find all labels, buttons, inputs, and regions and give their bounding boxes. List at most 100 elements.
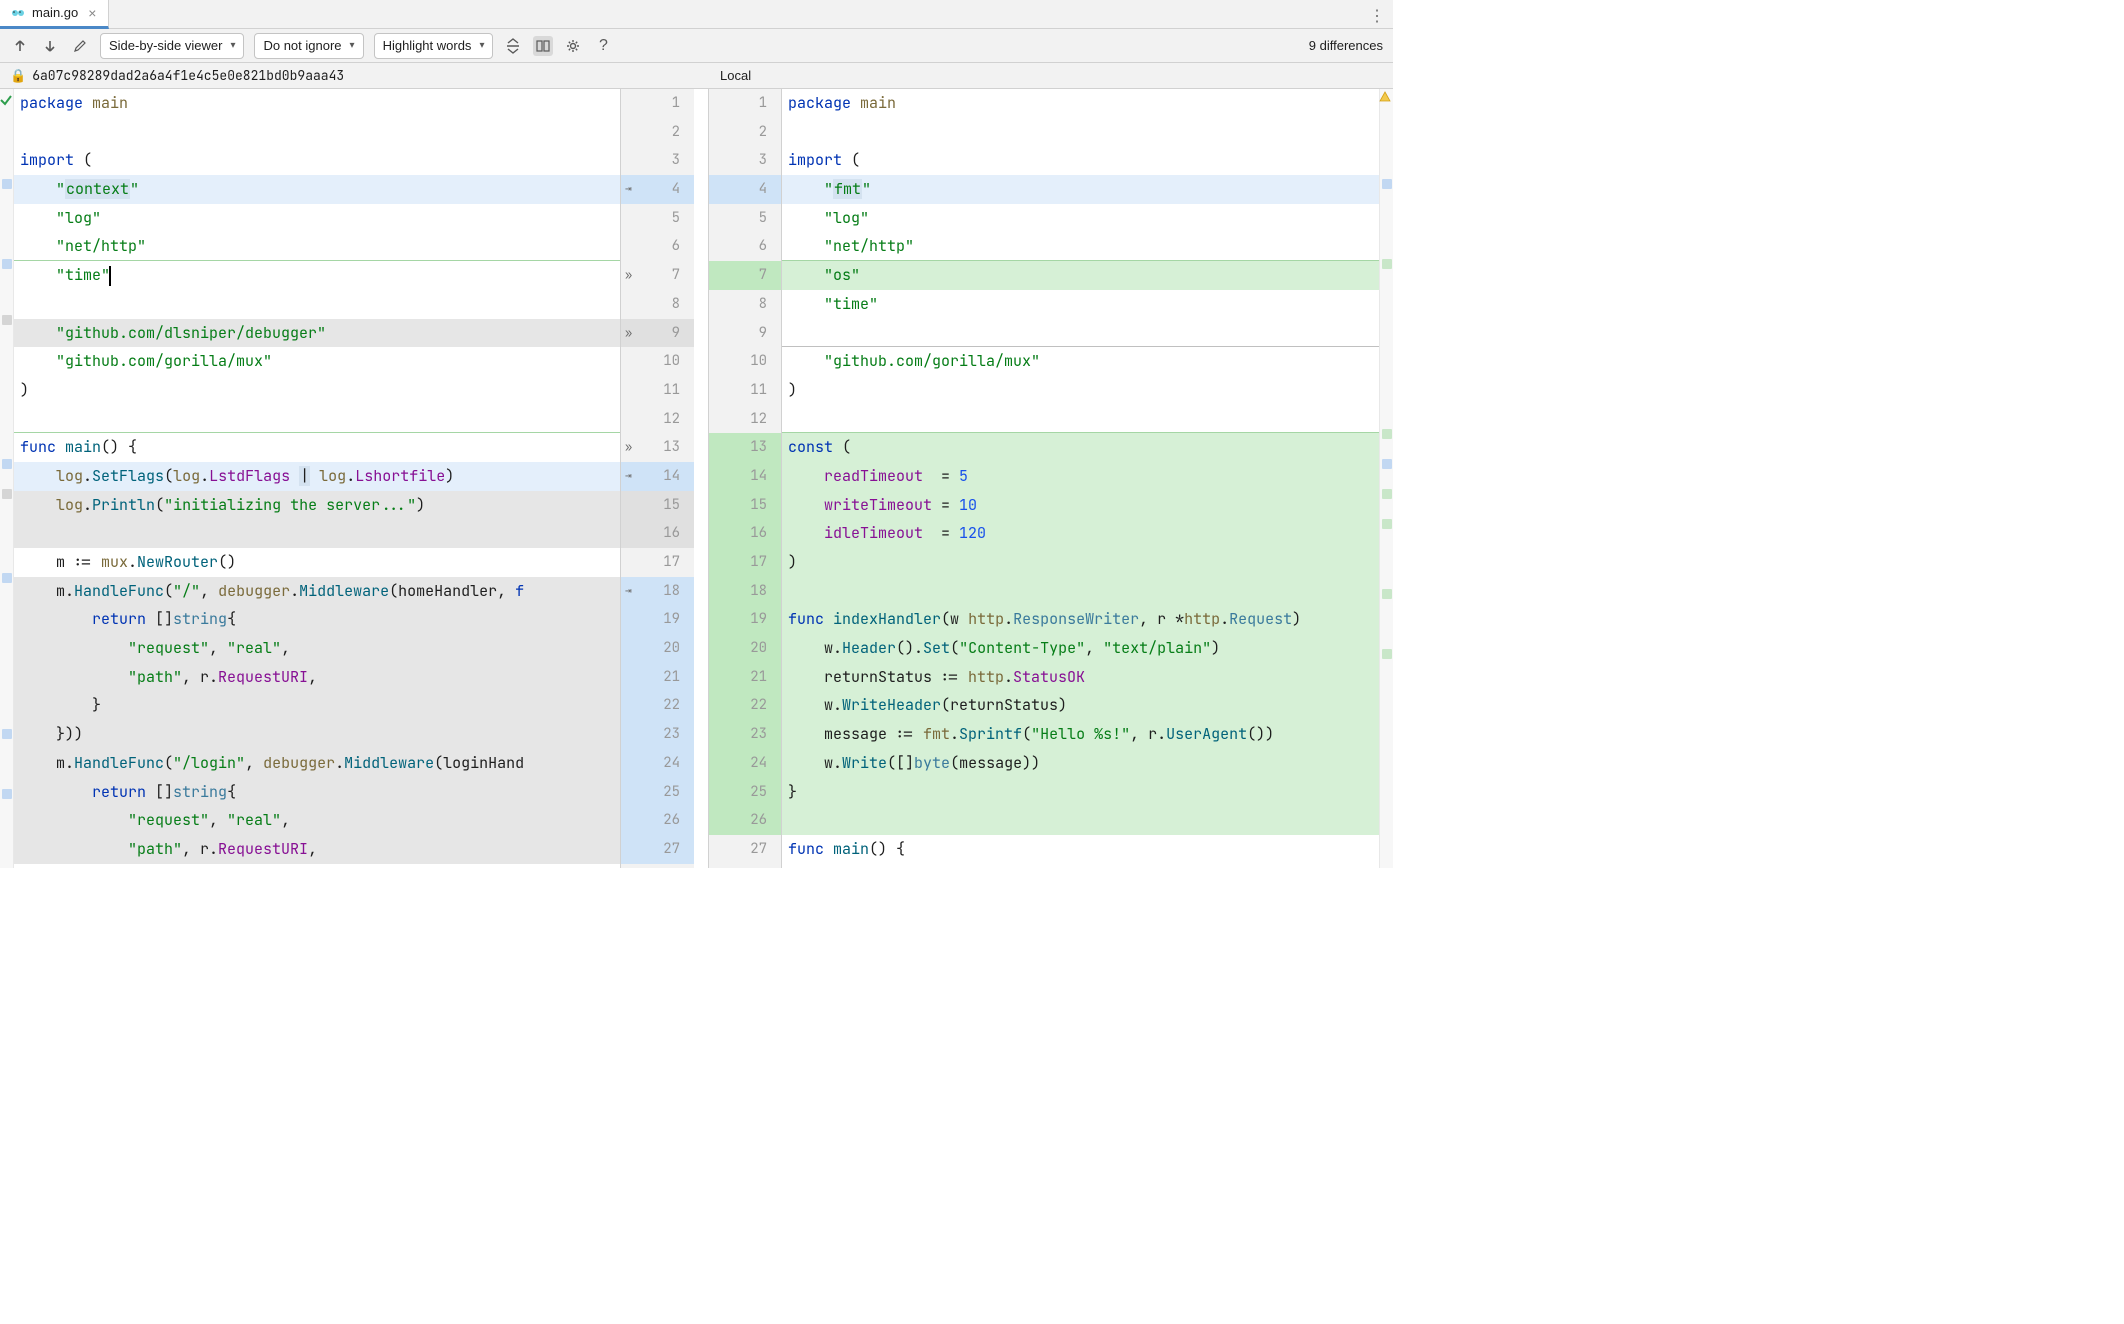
gutter-line[interactable]: 22 — [709, 691, 781, 720]
gutter-line[interactable]: 27 — [709, 835, 781, 864]
code-line[interactable]: "log" — [14, 204, 620, 233]
gutter-line[interactable]: 26 — [709, 806, 781, 835]
insert-arrow-icon[interactable]: ⇥ — [625, 462, 632, 491]
code-line[interactable]: "request", "real", — [14, 806, 620, 835]
code-line[interactable]: func main() { — [782, 835, 1379, 864]
code-line[interactable]: import ( — [14, 146, 620, 175]
code-line[interactable]: log.SetFlags(log.LstdFlags | log.Lshortf… — [14, 462, 620, 491]
right-gutter[interactable]: 1234567891011121314151617181920212223242… — [708, 89, 782, 868]
code-line[interactable]: "path", r.RequestURI, — [14, 835, 620, 864]
chevron-double-right-icon[interactable]: » — [625, 433, 632, 462]
gutter-line[interactable]: 10 — [709, 347, 781, 376]
code-line[interactable]: func main() { — [14, 433, 620, 462]
ignore-mode-dropdown[interactable]: Do not ignore ▾ — [254, 33, 363, 59]
gutter-line[interactable]: 17 — [621, 548, 694, 577]
sync-scroll-icon[interactable] — [533, 36, 553, 56]
highlight-mode-dropdown[interactable]: Highlight words ▾ — [374, 33, 494, 59]
code-line[interactable]: m := mux.NewRouter() — [14, 548, 620, 577]
gutter-line[interactable]: 17 — [709, 548, 781, 577]
gutter-line[interactable]: 13 — [709, 433, 781, 462]
kebab-menu-icon[interactable]: ⋮ — [1369, 6, 1385, 26]
code-line[interactable]: ) — [782, 376, 1379, 405]
gutter-line[interactable]: 15 — [621, 491, 694, 520]
gutter-line[interactable]: 6 — [621, 232, 694, 261]
code-line[interactable]: returnStatus := http.StatusOK — [782, 663, 1379, 692]
code-line[interactable] — [14, 519, 620, 548]
gutter-line[interactable]: 20 — [709, 634, 781, 663]
gutter-line[interactable]: 22 — [621, 691, 694, 720]
code-line[interactable]: import ( — [782, 146, 1379, 175]
code-line[interactable] — [14, 118, 620, 147]
code-line[interactable]: "github.com/dlsniper/debugger" — [14, 319, 620, 348]
gutter-line[interactable]: 11 — [621, 376, 694, 405]
gutter-line[interactable]: 20 — [621, 634, 694, 663]
file-tab[interactable]: main.go × — [0, 0, 109, 29]
code-line[interactable]: package main — [14, 89, 620, 118]
code-line[interactable]: ) — [782, 548, 1379, 577]
left-error-stripe[interactable] — [0, 89, 14, 868]
gutter-line[interactable]: 24 — [621, 749, 694, 778]
code-line[interactable]: "context" — [14, 175, 620, 204]
code-line[interactable]: ) — [14, 376, 620, 405]
chevron-double-right-icon[interactable]: » — [625, 261, 632, 290]
gutter-line[interactable]: 25 — [709, 778, 781, 807]
edit-icon[interactable] — [70, 36, 90, 56]
gutter-line[interactable]: 5 — [709, 204, 781, 233]
code-line[interactable]: m.HandleFunc("/login", debugger.Middlewa… — [14, 749, 620, 778]
gutter-line[interactable]: 21 — [709, 663, 781, 692]
code-line[interactable]: w.Header().Set("Content-Type", "text/pla… — [782, 634, 1379, 663]
code-line[interactable] — [782, 806, 1379, 835]
gutter-line[interactable]: 26 — [621, 806, 694, 835]
next-diff-button[interactable] — [40, 36, 60, 56]
code-line[interactable]: } — [14, 691, 620, 720]
code-line[interactable] — [14, 290, 620, 319]
code-line[interactable]: m.HandleFunc("/", debugger.Middleware(ho… — [14, 577, 620, 606]
gutter-line[interactable]: 21 — [621, 663, 694, 692]
gutter-line[interactable]: 3 — [709, 146, 781, 175]
gutter-line[interactable]: 15 — [709, 491, 781, 520]
gutter-line[interactable]: 7» — [621, 261, 694, 290]
left-code-pane[interactable]: package main import ( "context" "log" "n… — [14, 89, 620, 868]
code-line[interactable]: "time" — [14, 261, 620, 290]
code-line[interactable] — [14, 405, 620, 434]
code-line[interactable] — [782, 577, 1379, 606]
code-line[interactable]: writeTimeout = 10 — [782, 491, 1379, 520]
code-line[interactable]: "request", "real", — [14, 634, 620, 663]
code-line[interactable]: })) — [14, 720, 620, 749]
gutter-line[interactable]: 14 — [709, 462, 781, 491]
code-line[interactable]: "net/http" — [782, 232, 1379, 261]
prev-diff-button[interactable] — [10, 36, 30, 56]
gutter-line[interactable]: 5 — [621, 204, 694, 233]
close-tab-icon[interactable]: × — [84, 5, 100, 21]
gutter-line[interactable]: 16 — [621, 519, 694, 548]
code-line[interactable]: "net/http" — [14, 232, 620, 261]
right-error-stripe[interactable] — [1379, 89, 1393, 868]
gutter-line[interactable]: 3 — [621, 146, 694, 175]
gutter-line[interactable]: 25 — [621, 778, 694, 807]
right-code-pane[interactable]: package main import ( "fmt" "log" "net/h… — [782, 89, 1379, 868]
insert-arrow-icon[interactable]: ⇥ — [625, 175, 632, 204]
code-line[interactable]: return []string{ — [14, 605, 620, 634]
gutter-line[interactable]: 27 — [621, 835, 694, 864]
gutter-line[interactable]: 8 — [709, 290, 781, 319]
help-icon[interactable]: ? — [593, 36, 613, 56]
gutter-line[interactable]: 23 — [709, 720, 781, 749]
code-line[interactable] — [782, 405, 1379, 434]
insert-arrow-icon[interactable]: ⇥ — [625, 577, 632, 606]
gutter-line[interactable]: 1 — [709, 89, 781, 118]
code-line[interactable]: log.Println("initializing the server..."… — [14, 491, 620, 520]
gutter-line[interactable]: 18 — [709, 577, 781, 606]
code-line[interactable]: message := fmt.Sprintf("Hello %s!", r.Us… — [782, 720, 1379, 749]
code-line[interactable]: func indexHandler(w http.ResponseWriter,… — [782, 605, 1379, 634]
code-line[interactable]: package main — [782, 89, 1379, 118]
gutter-line[interactable]: 6 — [709, 232, 781, 261]
gutter-line[interactable]: 8 — [621, 290, 694, 319]
gutter-line[interactable]: 19 — [709, 605, 781, 634]
gutter-line[interactable]: 23 — [621, 720, 694, 749]
gutter-line[interactable]: 4⇥ — [621, 175, 694, 204]
left-gutter[interactable]: 1234⇥567»89»10111213»14⇥15161718⇥1920212… — [620, 89, 694, 868]
gutter-line[interactable]: 18⇥ — [621, 577, 694, 606]
code-line[interactable]: "os" — [782, 261, 1379, 290]
code-line[interactable]: "fmt" — [782, 175, 1379, 204]
code-line[interactable]: const ( — [782, 433, 1379, 462]
